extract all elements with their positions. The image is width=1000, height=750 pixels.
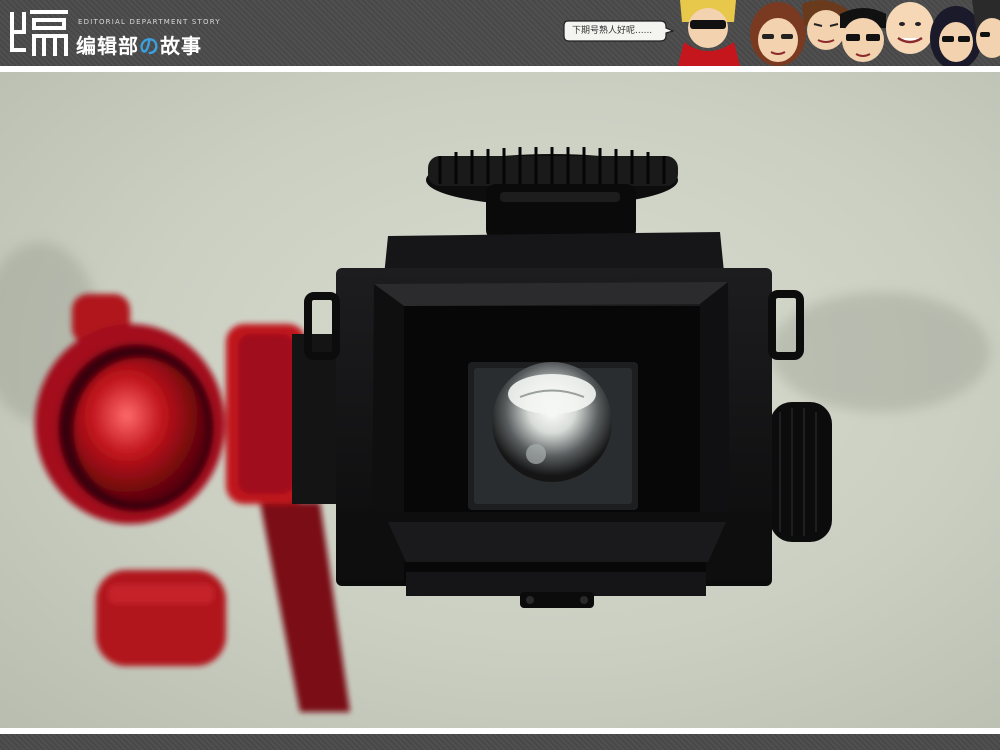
- speech-bubble-text: 下期号熟人好呢......: [572, 26, 653, 36]
- bian-logo-icon: [10, 10, 68, 56]
- brand-title-main: 编辑部: [76, 34, 139, 58]
- site-footer: [0, 734, 1000, 750]
- camera-illustration: [0, 147, 990, 712]
- site-header: EDITORIAL DEPARTMENT STORY 编辑部の故事 下期号熟人好…: [0, 0, 1000, 66]
- cartoon-staff-faces-icon: [678, 0, 1000, 66]
- brand-subtitle: EDITORIAL DEPARTMENT STORY: [78, 18, 221, 26]
- brand-title: 编辑部の故事: [76, 30, 202, 59]
- camera-viewfinder-photo: [0, 72, 1000, 728]
- camera-body: [304, 147, 832, 608]
- brand-title-end: 故事: [160, 34, 202, 58]
- brand-title-accent: の: [139, 34, 160, 58]
